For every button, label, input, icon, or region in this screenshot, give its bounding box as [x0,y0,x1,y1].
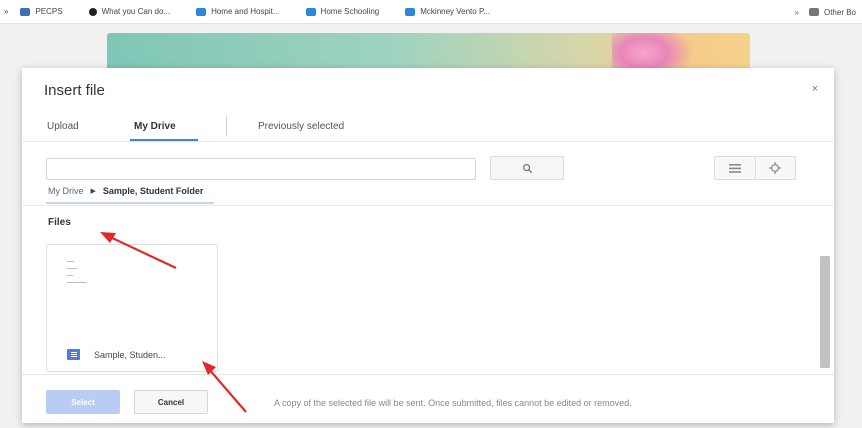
bookmark-home-schooling[interactable]: Home Schooling [305,7,380,16]
google-docs-icon [67,349,80,360]
list-icon [728,163,741,173]
doc-thumbnail-line [67,268,77,269]
bookmark-favicon-icon [88,7,97,16]
search-icon [522,163,532,173]
file-card-footer: Sample, Studen... [67,349,166,360]
file-card[interactable]: Sample, Studen... [46,244,218,372]
breadcrumb-current-folder: Sample, Student Folder [102,186,204,196]
files-section-heading: Files [48,217,71,228]
divider [22,374,834,375]
doc-thumbnail-line [67,261,74,262]
doc-thumbnail-line [67,282,87,283]
bookmark-favicon-icon [20,7,31,16]
bookmark-home-and-hospital[interactable]: Home and Hospit... [196,7,280,16]
settings-icon [769,162,782,174]
insert-file-dialog: Insert file × Upload My Drive Previously… [22,68,834,423]
bookmark-mckinney-vento[interactable]: Mckinney Vento P... [405,7,490,16]
sort-options-button[interactable] [754,157,796,179]
bookmarks-bar: » PECPS What you Can do... Home and Hosp… [0,0,862,24]
cancel-button[interactable]: Cancel [134,390,208,414]
bookmark-label: Mckinney Vento P... [420,7,490,16]
doc-thumbnail-line [67,275,73,276]
scrollbar-thumb[interactable] [820,256,830,368]
tab-divider [226,116,227,136]
bookmark-overflow[interactable]: » [4,7,8,16]
file-name: Sample, Studen... [94,349,166,360]
bookmark-other-bookmarks[interactable]: Other Bo [808,7,856,17]
breadcrumb-my-drive[interactable]: My Drive [48,186,84,196]
bookmark-label: Home Schooling [320,7,380,16]
divider [22,205,834,206]
search-input[interactable] [46,158,476,180]
active-tab-indicator [130,139,198,141]
close-icon[interactable]: × [808,82,822,96]
bookmark-favicon-icon [305,7,316,16]
select-button[interactable]: Select [46,390,120,414]
bookmark-pecps[interactable]: PECPS [20,7,63,16]
tab-upload[interactable]: Upload [47,118,79,142]
bookmark-overflow-chevron-icon[interactable]: » [795,8,799,17]
folder-icon [808,8,819,16]
bookmark-label: Home and Hospit... [211,7,280,16]
view-toggle [714,156,796,180]
breadcrumb: My Drive ▶ Sample, Student Folder [48,186,203,196]
dialog-title: Insert file [44,82,105,99]
bookmark-what-you-can-do[interactable]: What you Can do... [88,7,171,16]
search-button[interactable] [490,156,564,180]
list-view-button[interactable] [715,157,755,179]
footer-note: A copy of the selected file will be sent… [274,398,632,408]
tab-previously-selected[interactable]: Previously selected [258,118,344,142]
bookmark-label: What you Can do... [101,7,171,16]
breadcrumb-arrow-icon: ▶ [90,188,96,195]
bookmark-label: Other Bo [823,7,856,17]
bookmark-favicon-icon [405,7,416,16]
bookmark-label: PECPS [35,7,63,16]
breadcrumb-underline [46,202,214,204]
bookmark-favicon-icon [196,7,207,16]
dialog-tabs: Upload My Drive Previously selected [22,114,834,142]
